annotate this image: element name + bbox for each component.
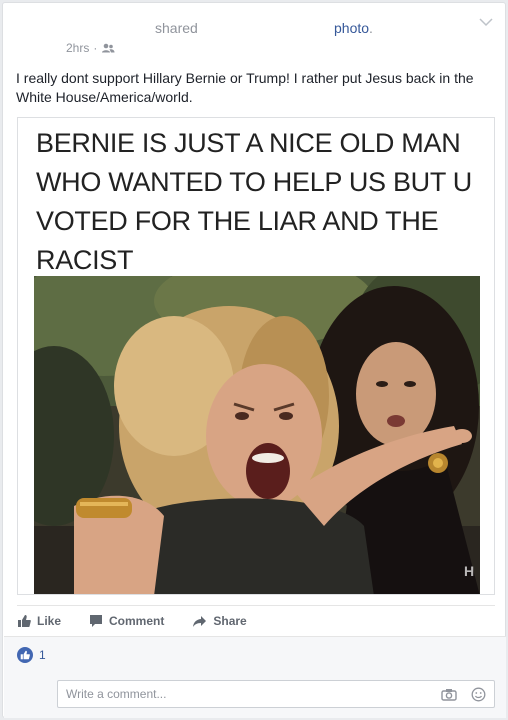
- post-time[interactable]: 2hrs: [66, 41, 89, 55]
- meme-caption: BERNIE IS JUST A NICE OLD MAN WHO WANTED…: [36, 128, 472, 275]
- share-label[interactable]: Share: [213, 614, 246, 628]
- comment-placeholder: Write a comment...: [66, 687, 167, 701]
- reaction-count[interactable]: 1: [39, 648, 46, 662]
- comment-input[interactable]: Write a comment...: [57, 680, 495, 708]
- actions-divider: [17, 605, 495, 606]
- emoji-icon[interactable]: [471, 687, 486, 702]
- photo-link[interactable]: photo.: [334, 20, 373, 36]
- like-reaction-icon: [17, 647, 33, 663]
- comment-composer: Write a comment...: [17, 677, 495, 711]
- reactions-summary[interactable]: 1: [17, 647, 46, 663]
- comment-icon: [90, 615, 103, 627]
- photo-link-text[interactable]: photo: [334, 20, 369, 36]
- comment-label[interactable]: Comment: [109, 614, 164, 628]
- chevron-down-icon[interactable]: [479, 17, 493, 27]
- friends-audience-icon[interactable]: [101, 43, 115, 53]
- like-label[interactable]: Like: [37, 614, 61, 628]
- svg-text:H: H: [464, 563, 474, 579]
- share-arrow-icon: [193, 615, 207, 627]
- avatar: [17, 678, 57, 710]
- comment-tools: [441, 687, 486, 702]
- thumbs-up-icon: [18, 615, 31, 627]
- meta-separator: ·: [93, 41, 98, 55]
- share-button[interactable]: Share: [192, 614, 247, 628]
- post-text: I really dont support Hillary Bernie or …: [16, 70, 474, 105]
- camera-icon[interactable]: [441, 688, 457, 701]
- post-card: shared photo. 2hrs · I really dont suppo…: [2, 2, 506, 718]
- post-actions: Like Comment Share: [17, 607, 495, 635]
- meme-photo-image: H: [34, 276, 480, 594]
- post-footer: 1 Write a comment...: [4, 636, 506, 718]
- like-button[interactable]: Like: [17, 614, 61, 628]
- comment-button[interactable]: Comment: [89, 614, 164, 628]
- post-meta: 2hrs ·: [66, 41, 115, 55]
- shared-label: shared: [155, 20, 198, 36]
- photo-link-dot: .: [369, 20, 373, 36]
- shared-photo[interactable]: BERNIE IS JUST A NICE OLD MAN WHO WANTED…: [17, 117, 495, 595]
